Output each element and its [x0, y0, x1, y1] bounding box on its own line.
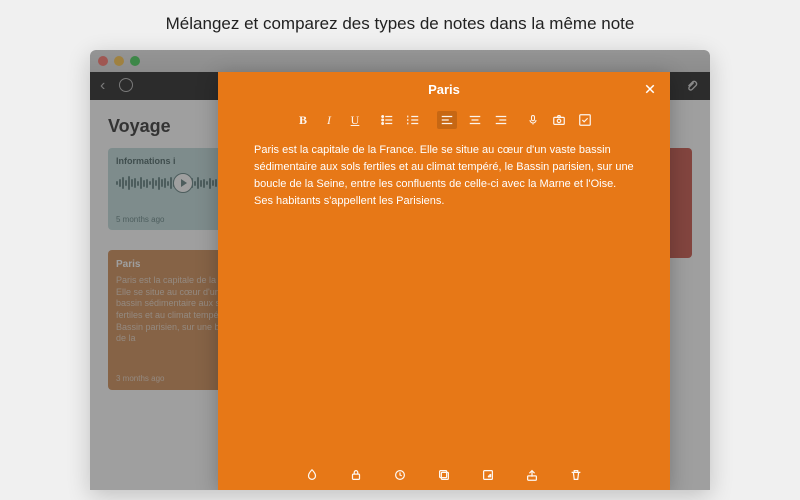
underline-button[interactable]: U	[347, 112, 363, 128]
trash-icon[interactable]	[568, 467, 584, 483]
copy-icon[interactable]	[436, 467, 452, 483]
editor-header: Paris	[218, 72, 670, 106]
align-right-button[interactable]	[493, 112, 509, 128]
share-icon[interactable]	[524, 467, 540, 483]
align-left-button[interactable]	[437, 111, 457, 129]
history-icon[interactable]	[392, 467, 408, 483]
editor-title: Paris	[428, 82, 460, 97]
note-editor-modal: Paris B I U	[218, 72, 670, 490]
color-tag-icon[interactable]	[304, 467, 320, 483]
format-toolbar: B I U	[218, 106, 670, 134]
align-center-button[interactable]	[467, 112, 483, 128]
promo-headline: Mélangez et comparez des types de notes …	[0, 0, 800, 44]
export-icon[interactable]	[480, 467, 496, 483]
close-button[interactable]	[642, 81, 658, 97]
editor-footer	[218, 460, 670, 490]
bullet-list-button[interactable]	[379, 112, 395, 128]
ordered-list-button[interactable]	[405, 112, 421, 128]
italic-button[interactable]: I	[321, 112, 337, 128]
lock-icon[interactable]	[348, 467, 364, 483]
bold-button[interactable]: B	[295, 112, 311, 128]
microphone-icon[interactable]	[525, 112, 541, 128]
app-window: ‹ Voyage Informations i 5 months ago ■■■…	[90, 50, 710, 490]
editor-body[interactable]: Paris est la capitale de la France. Elle…	[218, 134, 670, 460]
checklist-insert-icon[interactable]	[577, 112, 593, 128]
camera-icon[interactable]	[551, 112, 567, 128]
